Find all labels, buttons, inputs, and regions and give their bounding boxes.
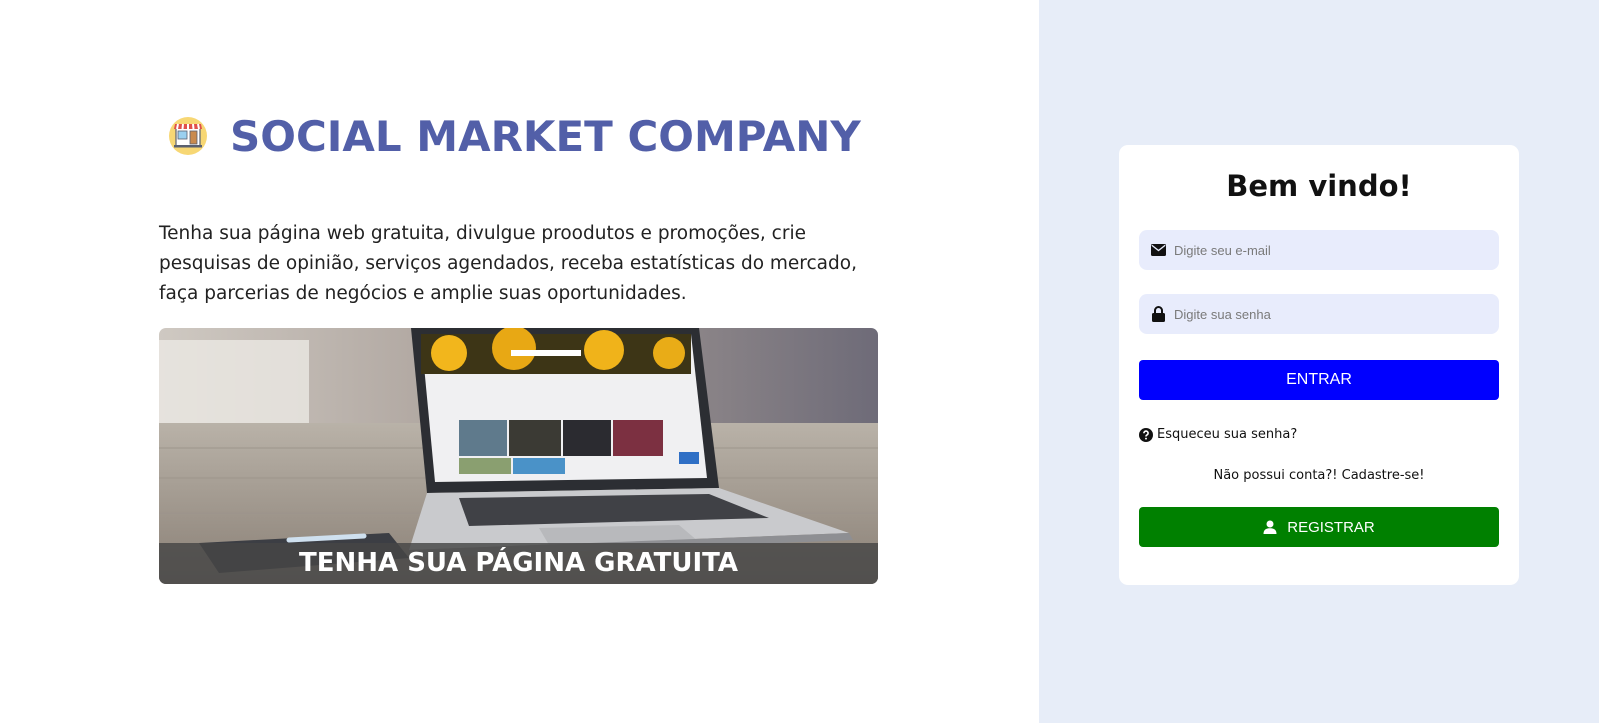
password-field[interactable] — [1139, 294, 1499, 334]
welcome-title: Bem vindo! — [1226, 169, 1412, 203]
intro-text: Tenha sua página web gratuita, divulgue … — [159, 222, 857, 304]
brand-title: SOCIAL MARKET COMPANY — [230, 111, 861, 161]
no-account-text: Não possui conta?! Cadastre-se! — [1213, 468, 1425, 483]
lock-icon — [1150, 306, 1166, 322]
question-circle-icon — [1139, 427, 1153, 442]
email-field[interactable] — [1139, 230, 1499, 270]
enter-button[interactable]: ENTRAR — [1139, 360, 1499, 400]
register-button-label: REGISTRAR — [1287, 518, 1375, 536]
email-input[interactable] — [1174, 230, 1499, 270]
hero-caption: TENHA SUA PÁGINA GRATUITA — [159, 543, 878, 584]
envelope-icon — [1150, 242, 1166, 258]
register-button[interactable]: REGISTRAR — [1139, 507, 1499, 547]
hero-banner: TENHA SUA PÁGINA GRATUITA — [159, 328, 878, 584]
user-icon — [1263, 520, 1277, 534]
brand-header: SOCIAL MARKET COMPANY — [168, 110, 861, 162]
storefront-icon — [168, 116, 208, 156]
forgot-password-link[interactable]: Esqueceu sua senha? — [1139, 427, 1297, 442]
login-card: Bem vindo! ENTRAR Esqueceu sua — [1119, 145, 1519, 585]
password-input[interactable] — [1174, 294, 1499, 334]
forgot-password-label[interactable]: Esqueceu sua senha? — [1157, 427, 1297, 442]
